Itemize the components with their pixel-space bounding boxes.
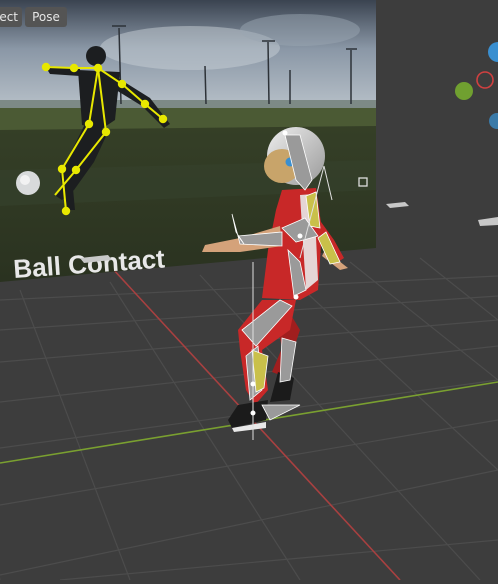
pose-menu-button[interactable]: Pose [25, 7, 67, 27]
select-menu-button[interactable]: ect [0, 7, 22, 27]
viewport-canvas[interactable]: Ball Contact [0, 0, 498, 581]
3d-viewport[interactable]: Ball Contact [0, 0, 498, 581]
view-gizmo-icon[interactable] [455, 42, 498, 129]
